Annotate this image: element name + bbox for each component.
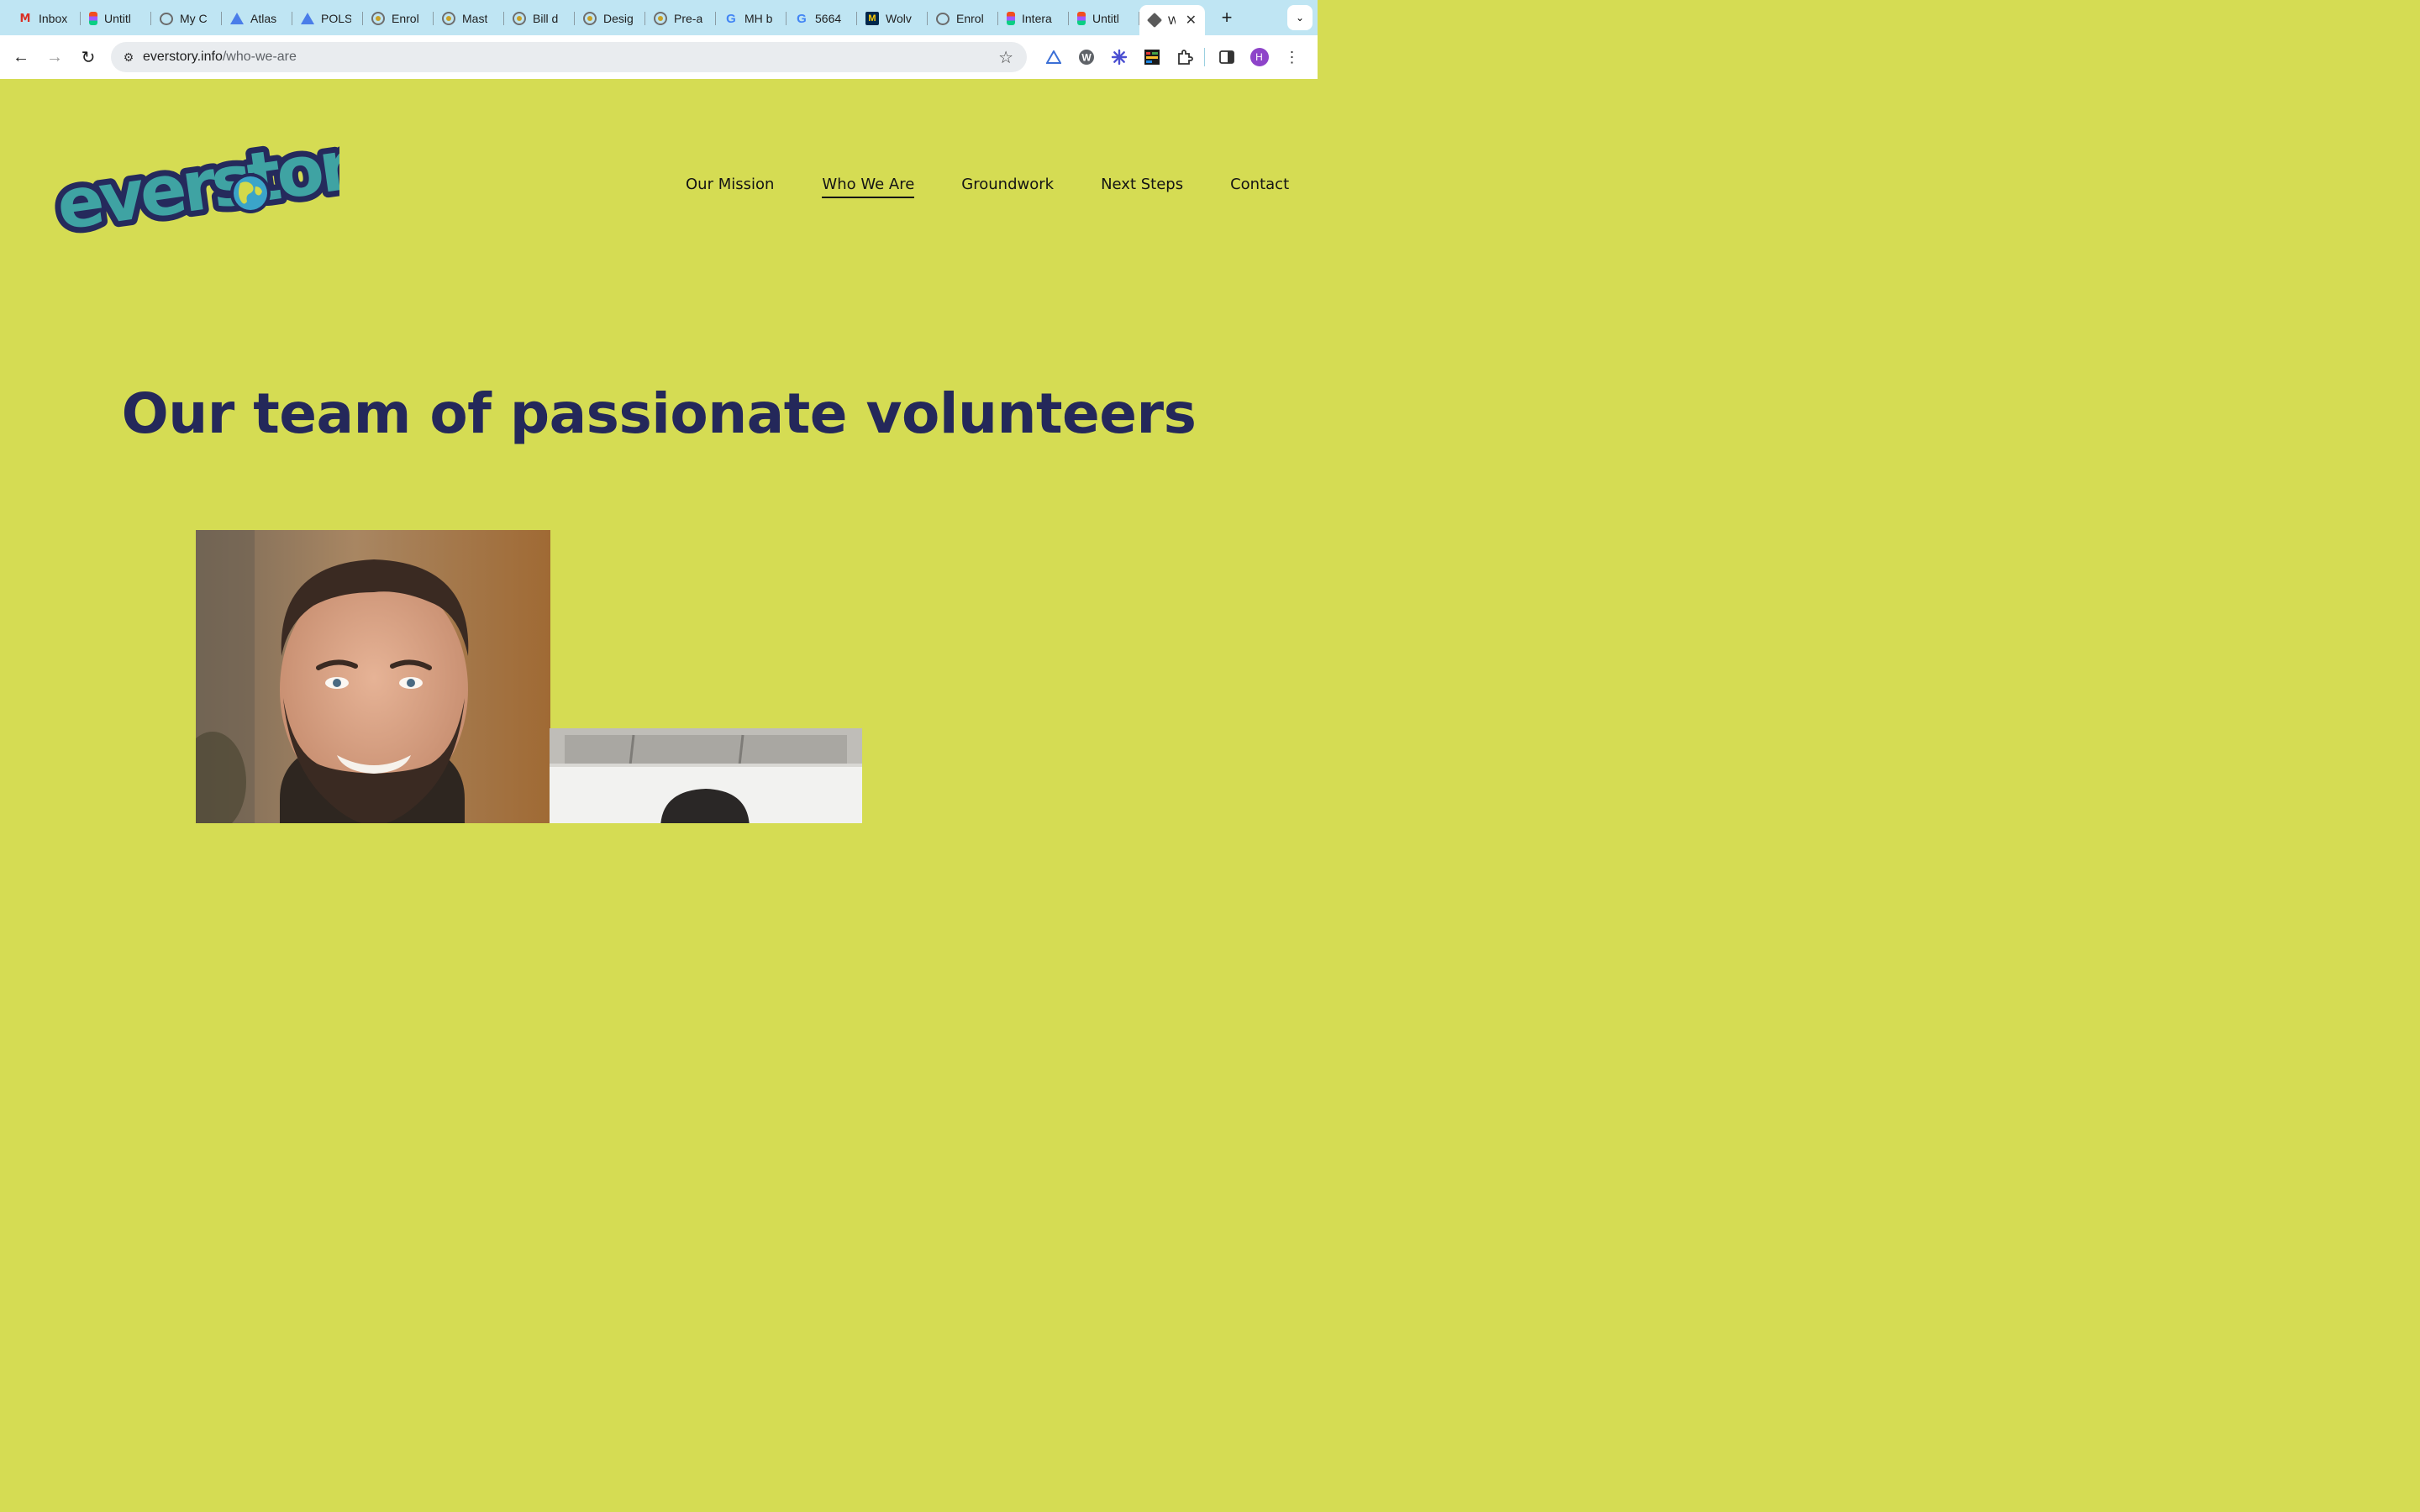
- tab-title: Atlas: [250, 12, 277, 25]
- tab-title: Untitl: [1092, 12, 1119, 25]
- burst-extension-icon[interactable]: [1102, 49, 1135, 66]
- main-navigation: Our Mission Who We Are Groundwork Next S…: [686, 176, 1289, 198]
- everstory-page: everstory Our Mission Who We Are Groundw…: [0, 79, 1318, 823]
- tab-title: MH b: [744, 12, 773, 25]
- chevron-down-icon: ⌄: [1295, 12, 1305, 24]
- browser-tab[interactable]: G MH b: [716, 5, 786, 32]
- triangle-extension-icon[interactable]: [1037, 50, 1070, 64]
- tab-title: Mast: [462, 12, 488, 25]
- browser-tab[interactable]: My C: [151, 5, 222, 32]
- close-tab-icon[interactable]: ✕: [1186, 12, 1197, 29]
- forward-button[interactable]: →: [39, 41, 71, 73]
- browser-tab[interactable]: Desig: [575, 5, 645, 32]
- everstory-logo[interactable]: everstory: [54, 134, 339, 244]
- browser-tab[interactable]: G 5664: [786, 5, 857, 32]
- tab-search-button[interactable]: ⌄: [1287, 5, 1313, 30]
- browser-tab[interactable]: Mast: [434, 5, 504, 32]
- figma-icon: [1077, 12, 1086, 25]
- more-menu-icon[interactable]: ⋮: [1276, 49, 1308, 66]
- circle-logo-icon: [654, 12, 667, 25]
- site-info-icon[interactable]: ⚙: [114, 50, 143, 65]
- browser-tab[interactable]: Pre-a: [645, 5, 716, 32]
- figma-icon: [1007, 12, 1015, 25]
- tab-title: Bill d: [533, 12, 559, 25]
- box-icon: [1146, 12, 1163, 29]
- atlas-icon: [301, 13, 314, 24]
- arrow-left-icon: ←: [13, 47, 29, 66]
- active-tab-title: W: [1168, 13, 1176, 27]
- browser-tab[interactable]: Untitl: [1069, 5, 1139, 32]
- michigan-icon: M: [865, 12, 879, 25]
- address-bar[interactable]: ⚙ everstory.info/who-we-are ☆: [111, 42, 1027, 72]
- globe-icon: [160, 12, 173, 25]
- url-host: everstory.info: [143, 50, 223, 64]
- profile-initial: H: [1249, 48, 1269, 66]
- toolbar-divider: [1204, 48, 1205, 66]
- tab-title: Enrol: [392, 12, 419, 25]
- google-icon: G: [726, 11, 736, 26]
- browser-tab[interactable]: Enrol: [363, 5, 434, 32]
- tab-title: Desig: [603, 12, 634, 25]
- tab-title: Intera: [1022, 12, 1052, 25]
- profile-avatar[interactable]: H: [1243, 48, 1276, 66]
- circle-logo-icon: [371, 12, 385, 25]
- reload-icon: ↻: [81, 48, 96, 67]
- page-title: Our team of passionate volunteers: [121, 381, 1197, 446]
- browser-tab[interactable]: Enrol: [928, 5, 998, 32]
- tab-title: Enrol: [956, 12, 984, 25]
- browser-tab[interactable]: POLS: [292, 5, 363, 32]
- tab-title: Inbox: [39, 12, 68, 25]
- browser-tab[interactable]: Bill d: [504, 5, 575, 32]
- browser-tab[interactable]: Atlas: [222, 5, 292, 32]
- back-button[interactable]: ←: [5, 41, 37, 73]
- nav-groundwork[interactable]: Groundwork: [961, 176, 1054, 198]
- puzzle-extensions-icon[interactable]: [1168, 49, 1201, 66]
- browser-tab[interactable]: Untitl: [81, 5, 151, 32]
- circle-logo-icon: [513, 12, 526, 25]
- team-member-photo: [550, 728, 862, 823]
- nav-who-we-are[interactable]: Who We Are: [822, 176, 915, 198]
- wordpress-extension-icon[interactable]: W: [1070, 49, 1102, 66]
- url-path: /who-we-are: [222, 50, 297, 64]
- tab-list: M Inbox Untitl My C Atlas POLS Enrol Mast Bill d…: [10, 3, 1139, 32]
- globe-icon: [230, 173, 271, 213]
- browser-tab[interactable]: Intera: [998, 5, 1069, 32]
- new-tab-button[interactable]: +: [1215, 7, 1239, 29]
- figma-icon: [89, 12, 97, 25]
- circle-logo-icon: [442, 12, 455, 25]
- globe-icon: [936, 12, 950, 25]
- arrow-right-icon: →: [46, 47, 63, 66]
- browser-toolbar: ← → ↻ ⚙ everstory.info/who-we-are ☆ W H …: [0, 35, 1318, 79]
- atlas-icon: [230, 13, 244, 24]
- gmail-icon: M: [19, 12, 31, 25]
- google-icon: G: [797, 11, 807, 26]
- nav-next-steps[interactable]: Next Steps: [1101, 176, 1183, 198]
- bookmark-star-icon[interactable]: ☆: [998, 47, 1013, 68]
- browser-tab[interactable]: M Inbox: [10, 5, 81, 32]
- side-panel-icon[interactable]: [1210, 50, 1243, 64]
- tab-title: My C: [180, 12, 208, 25]
- logo-wordmark: everstory: [54, 134, 339, 244]
- circle-logo-icon: [583, 12, 597, 25]
- nav-contact[interactable]: Contact: [1230, 176, 1289, 198]
- extensions-area: W H ⋮: [1037, 42, 1308, 72]
- browser-tab-strip: M Inbox Untitl My C Atlas POLS Enrol Mast Bill d…: [0, 0, 1318, 35]
- colorful-extension-icon[interactable]: [1135, 49, 1168, 66]
- tab-title: POLS: [321, 12, 351, 25]
- team-member-photo: [196, 530, 550, 823]
- tab-title: Wolv: [886, 12, 912, 25]
- tab-title: Pre-a: [674, 12, 703, 25]
- nav-our-mission[interactable]: Our Mission: [686, 176, 774, 198]
- svg-text:W: W: [1081, 52, 1092, 64]
- reload-button[interactable]: ↻: [72, 41, 104, 73]
- active-tab[interactable]: W ✕: [1139, 5, 1205, 35]
- tab-title: 5664: [815, 12, 842, 25]
- browser-tab[interactable]: M Wolv: [857, 5, 928, 32]
- tab-title: Untitl: [104, 12, 131, 25]
